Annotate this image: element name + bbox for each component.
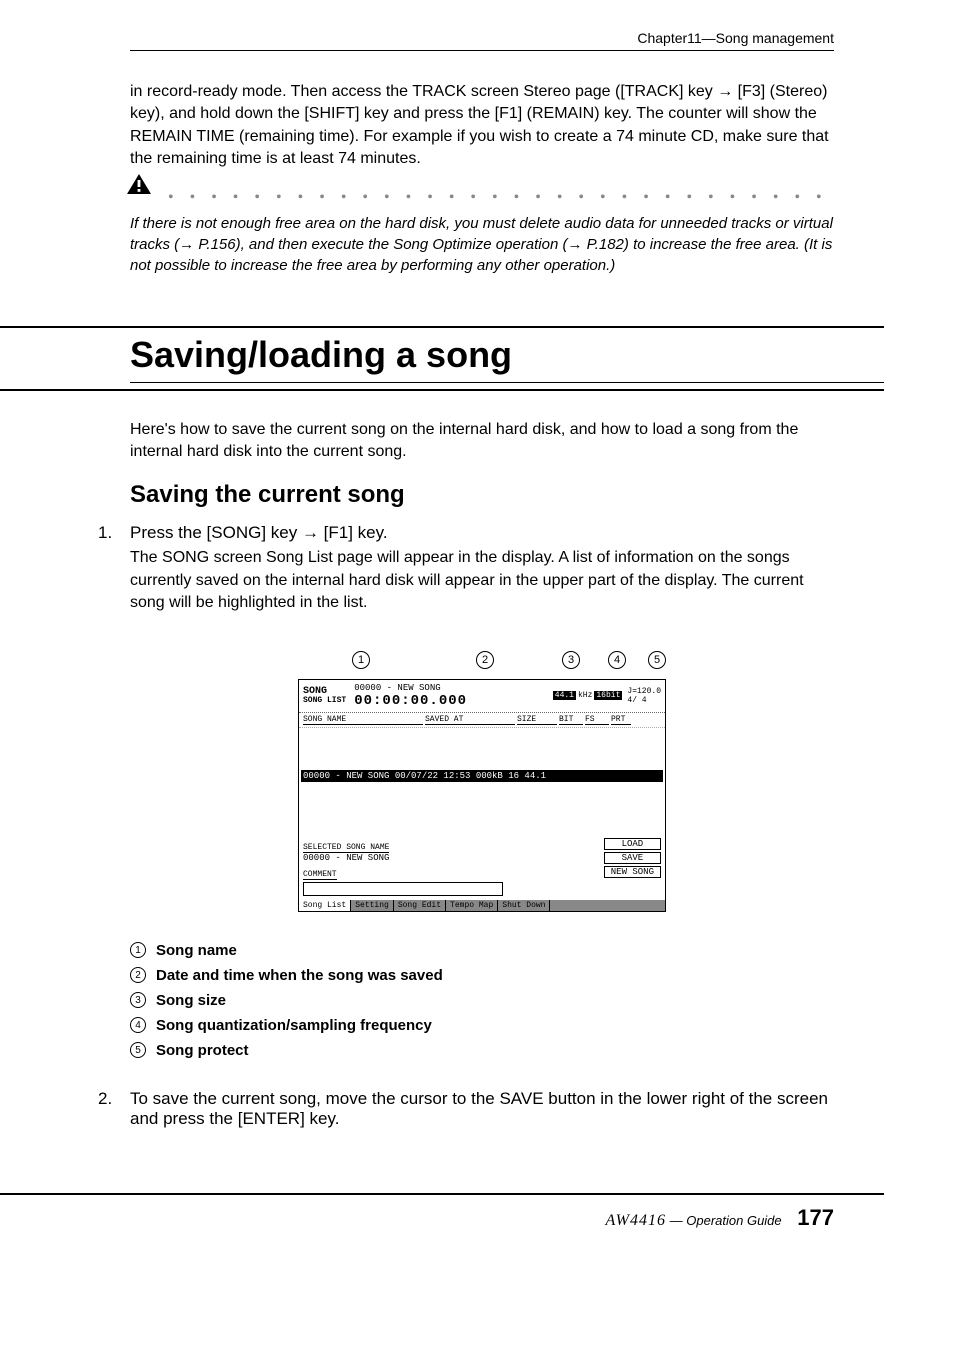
legend-label-1: Song name <box>156 942 237 959</box>
selected-song-label: SELECTED SONG NAME <box>303 843 389 853</box>
lcd-bottom-area: LOAD SAVE NEW SONG SELECTED SONG NAME 00… <box>299 838 665 900</box>
note-dots: • • • • • • • • • • • • • • • • • • • • … <box>168 189 834 207</box>
lcd-rate-unit: kHz <box>578 691 592 700</box>
tab-shut-down[interactable]: Shut Down <box>498 900 550 911</box>
callout-1: 1 <box>352 651 370 669</box>
lcd-column-headers: SONG NAME SAVED AT SIZE BIT FS PRT <box>299 713 665 728</box>
lcd-song-info: 00000 - NEW SONG 00:00:00.000 <box>354 683 553 709</box>
callout-row: 1 2 3 4 5 <box>298 651 666 671</box>
callout-4: 4 <box>608 651 626 669</box>
lcd-col-saved: SAVED AT <box>425 715 515 725</box>
lcd-selected-row: 00000 - NEW SONG 00/07/22 12:53 000kB 16… <box>301 770 663 782</box>
legend-item: 2 Date and time when the song was saved <box>130 967 834 984</box>
section-intro: Here's how to save the current song on t… <box>130 419 834 464</box>
lcd-col-prt: PRT <box>611 715 631 725</box>
lcd-button-group: LOAD SAVE NEW SONG <box>604 838 661 880</box>
lcd-col-fs: FS <box>585 715 609 725</box>
legend-label-3: Song size <box>156 992 226 1009</box>
callout-5: 5 <box>648 651 666 669</box>
lcd-title-sub: SONG LIST <box>303 697 346 705</box>
footer-page-number: 177 <box>797 1205 834 1230</box>
lcd-screenshot-wrap: 1 2 3 4 5 SONG SONG LIST 00000 - NEW SON… <box>130 651 834 912</box>
page-footer: AW4416 — Operation Guide 177 <box>0 1193 884 1231</box>
footer-model: AW4416 <box>606 1212 667 1229</box>
tab-setting[interactable]: Setting <box>351 900 394 911</box>
step-number: 2. <box>98 1089 130 1133</box>
warning-note: • • • • • • • • • • • • • • • • • • • • … <box>130 189 834 276</box>
callout-3: 3 <box>562 651 580 669</box>
warning-icon <box>126 173 152 200</box>
new-song-button[interactable]: NEW SONG <box>604 866 661 878</box>
step-2: 2. To save the current song, move the cu… <box>130 1089 834 1133</box>
lcd-col-name: SONG NAME <box>303 715 423 725</box>
sub-heading: Saving the current song <box>130 481 834 509</box>
lcd-tab-bar: Song List Setting Song Edit Tempo Map Sh… <box>299 900 665 911</box>
intro-paragraph: in record-ready mode. Then access the TR… <box>130 81 834 171</box>
legend-item: 5 Song protect <box>130 1042 834 1059</box>
step-description: The SONG screen Song List page will appe… <box>130 547 834 614</box>
lcd-list-area: 00000 - NEW SONG 00/07/22 12:53 000kB 16… <box>299 728 665 838</box>
legend-label-2: Date and time when the song was saved <box>156 967 443 984</box>
lcd-top-right: 44.1 kHz 16bit J=120.0 4/ 4 <box>553 687 661 705</box>
legend-list: 1 Song name 2 Date and time when the son… <box>130 942 834 1059</box>
legend-item: 1 Song name <box>130 942 834 959</box>
footer-guide: — Operation Guide <box>670 1213 782 1228</box>
callout-2: 2 <box>476 651 494 669</box>
legend-item: 3 Song size <box>130 992 834 1009</box>
lcd-col-bit: BIT <box>559 715 583 725</box>
lcd-top-bar: SONG SONG LIST 00000 - NEW SONG 00:00:00… <box>299 680 665 713</box>
legend-num-2: 2 <box>130 967 146 983</box>
legend-num-4: 4 <box>130 1017 146 1033</box>
step-1: 1. Press the [SONG] key → [F1] key. The … <box>130 523 834 630</box>
lcd-timecode: 00:00:00.000 <box>354 693 553 709</box>
legend-num-1: 1 <box>130 942 146 958</box>
chapter-header: Chapter11—Song management <box>130 30 834 46</box>
load-button[interactable]: LOAD <box>604 838 661 850</box>
lcd-col-size: SIZE <box>517 715 557 725</box>
step-heading: To save the current song, move the curso… <box>130 1089 834 1129</box>
step-heading: Press the [SONG] key → [F1] key. <box>130 523 834 543</box>
save-button[interactable]: SAVE <box>604 852 661 864</box>
lcd-signature: 4/ 4 <box>627 696 661 705</box>
lcd-title-main: SONG <box>303 686 327 697</box>
lcd-title: SONG SONG LIST <box>303 687 346 705</box>
legend-label-5: Song protect <box>156 1042 249 1059</box>
comment-box <box>303 882 503 896</box>
comment-label: COMMENT <box>303 870 337 880</box>
lcd-tempo: J=120.0 <box>627 687 661 696</box>
legend-item: 4 Song quantization/sampling frequency <box>130 1017 834 1034</box>
legend-num-5: 5 <box>130 1042 146 1058</box>
legend-num-3: 3 <box>130 992 146 1008</box>
tab-song-edit[interactable]: Song Edit <box>394 900 446 911</box>
section-title: Saving/loading a song <box>130 334 884 376</box>
note-text: If there is not enough free area on the … <box>130 213 834 276</box>
lcd-song-name-top: 00000 - NEW SONG <box>354 683 553 693</box>
lcd-bit-badge: 16bit <box>594 691 622 700</box>
header-divider <box>130 50 834 51</box>
tab-song-list[interactable]: Song List <box>299 900 351 911</box>
legend-label-4: Song quantization/sampling frequency <box>156 1017 432 1034</box>
lcd-screen: SONG SONG LIST 00000 - NEW SONG 00:00:00… <box>298 679 666 912</box>
tab-tempo-map[interactable]: Tempo Map <box>446 900 498 911</box>
lcd-rate-badge: 44.1 <box>553 691 576 700</box>
section-divider: Saving/loading a song <box>0 326 884 391</box>
step-number: 1. <box>98 523 130 630</box>
